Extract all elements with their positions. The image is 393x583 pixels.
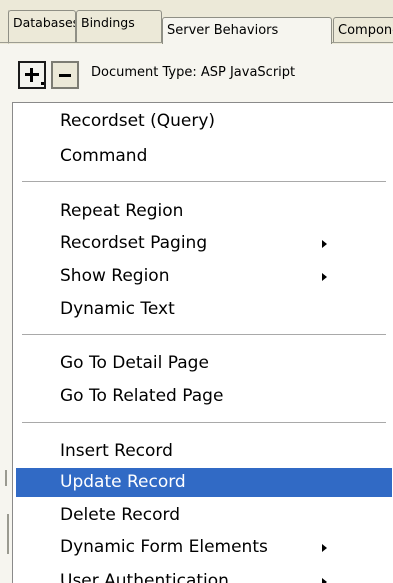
- menu-item-delete-record[interactable]: Delete Record: [16, 501, 392, 530]
- add-server-behavior-button[interactable]: [18, 61, 46, 89]
- menu-item-label: Delete Record: [60, 505, 180, 525]
- menu-item-label: Insert Record: [60, 441, 173, 461]
- panel-content-edge: [0, 104, 12, 583]
- panel-toolbar: Document Type: ASP JavaScript: [0, 44, 393, 104]
- menu-item-user-authentication[interactable]: User Authentication: [16, 567, 392, 583]
- menu-item-label: Repeat Region: [60, 201, 184, 221]
- menu-item-recordset-paging[interactable]: Recordset Paging: [16, 229, 392, 258]
- submenu-arrow-icon: [322, 544, 327, 552]
- submenu-arrow-icon: [322, 240, 327, 248]
- menu-item-label: Command: [60, 146, 148, 166]
- panel-edge-mark: [7, 514, 9, 554]
- menu-item-dynamic-text[interactable]: Dynamic Text: [16, 295, 392, 324]
- menu-item-label: Recordset Paging: [60, 233, 208, 253]
- menu-separator: [22, 422, 386, 424]
- tab-components[interactable]: Components: [333, 17, 393, 43]
- remove-server-behavior-button[interactable]: [51, 61, 79, 89]
- dropdown-dot-icon: [41, 82, 44, 85]
- menu-item-label: Dynamic Form Elements: [60, 537, 268, 557]
- server-behaviors-dropdown-menu: Recordset (Query) Command Repeat Region …: [12, 102, 393, 583]
- menu-item-go-to-related-page[interactable]: Go To Related Page: [16, 382, 392, 411]
- menu-item-label: Go To Detail Page: [60, 353, 209, 373]
- minus-icon: [59, 73, 71, 77]
- menu-item-label: Go To Related Page: [60, 386, 224, 406]
- menu-separator: [22, 334, 386, 336]
- menu-item-show-region[interactable]: Show Region: [16, 262, 392, 291]
- menu-item-label: User Authentication: [60, 571, 229, 583]
- submenu-arrow-icon: [322, 578, 327, 583]
- menu-item-label: Update Record: [60, 472, 186, 492]
- menu-item-recordset-query[interactable]: Recordset (Query): [16, 107, 392, 136]
- submenu-arrow-icon: [322, 273, 327, 281]
- menu-item-label: Recordset (Query): [60, 111, 216, 131]
- panel-edge-mark: [5, 470, 7, 486]
- menu-item-dynamic-form-elements[interactable]: Dynamic Form Elements: [16, 533, 392, 562]
- menu-item-go-to-detail-page[interactable]: Go To Detail Page: [16, 349, 392, 378]
- menu-separator: [22, 181, 386, 183]
- menu-item-insert-record[interactable]: Insert Record: [16, 437, 392, 466]
- menu-item-command[interactable]: Command: [16, 142, 392, 171]
- plus-icon: [25, 68, 39, 82]
- panel-tab-strip: Databases Bindings Server Behaviors Comp…: [0, 0, 393, 44]
- tab-server-behaviors[interactable]: Server Behaviors: [162, 17, 332, 44]
- menu-item-label: Dynamic Text: [60, 299, 175, 319]
- menu-item-repeat-region[interactable]: Repeat Region: [16, 197, 392, 226]
- server-behaviors-panel: Databases Bindings Server Behaviors Comp…: [0, 0, 393, 583]
- tab-bindings[interactable]: Bindings: [76, 10, 162, 42]
- tab-databases[interactable]: Databases: [8, 10, 76, 42]
- document-type-label: Document Type: ASP JavaScript: [91, 65, 296, 80]
- menu-item-update-record[interactable]: Update Record: [16, 468, 392, 497]
- menu-item-label: Show Region: [60, 266, 170, 286]
